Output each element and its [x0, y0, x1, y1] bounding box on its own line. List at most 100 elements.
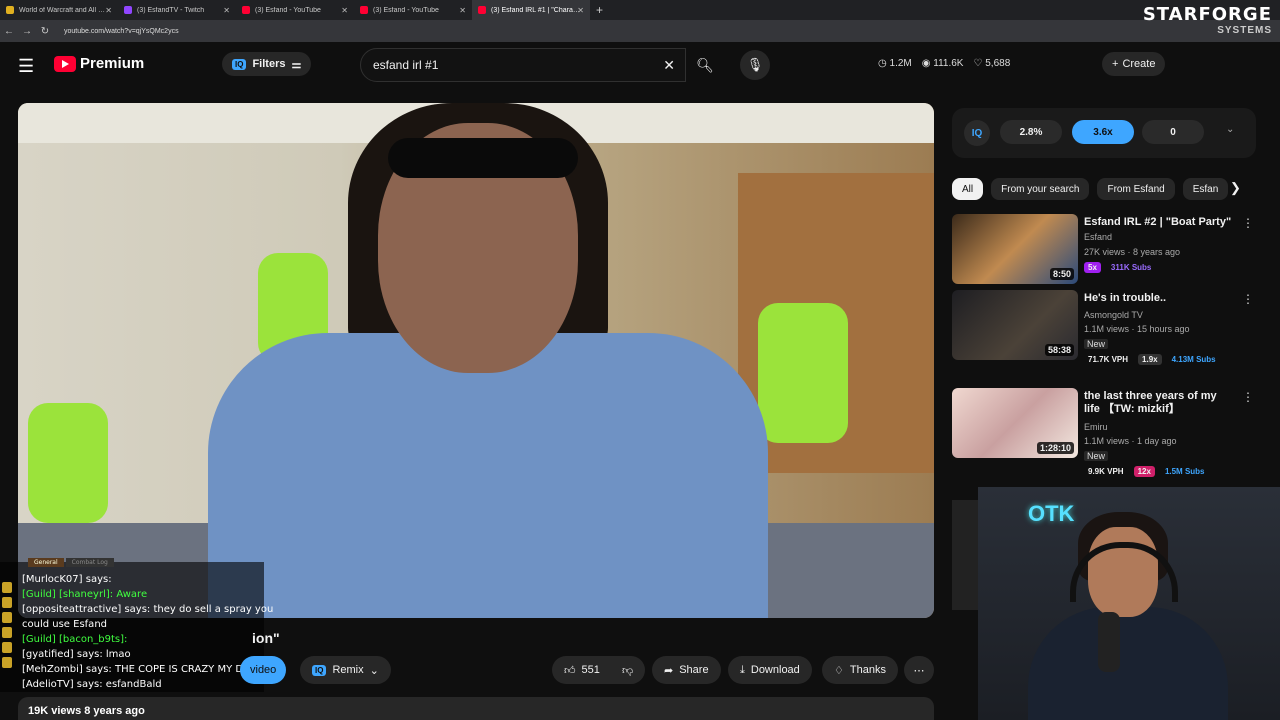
- recommended-title[interactable]: He's in trouble..: [1084, 292, 1234, 305]
- chat-icon[interactable]: [2, 657, 12, 668]
- chip-all[interactable]: All: [952, 178, 984, 200]
- video-button[interactable]: video: [240, 656, 287, 684]
- brand-line1: STARFORGE: [1142, 4, 1272, 25]
- game-chat-overlay: General Combat Log [MurlocK07] says: [Gu…: [0, 558, 274, 692]
- recommended-video[interactable]: 1:28:10 the last three years of my life …: [952, 388, 1254, 477]
- recommended-title[interactable]: the last three years of my life 【TW: miz…: [1084, 390, 1234, 416]
- chip-esfand-more[interactable]: Esfan: [1182, 178, 1229, 200]
- chevron-down-icon[interactable]: ⌄: [1226, 124, 1234, 135]
- chat-icon[interactable]: [2, 612, 12, 623]
- reload-icon[interactable]: ↻: [36, 26, 54, 37]
- remix-button[interactable]: IQ Remix ⌄: [300, 656, 391, 684]
- chat-line: [oppositeattractive] says: they do sell …: [22, 604, 274, 615]
- recommended-title[interactable]: Esfand IRL #2 | "Boat Party": [1084, 216, 1234, 229]
- duration-badge: 58:38: [1044, 344, 1074, 356]
- kebab-menu-icon[interactable]: ⋮: [1242, 292, 1254, 306]
- chat-icon[interactable]: [2, 627, 12, 638]
- chat-icon[interactable]: [2, 597, 12, 608]
- channel-stats: ◷ 1.2M ◉ 111.6K ♡ 5,688: [878, 58, 1010, 69]
- browser-tab[interactable]: (3) EsfandTV - Twitch ✕: [118, 0, 236, 20]
- voice-search-button[interactable]: 🎙︎: [740, 50, 770, 80]
- tab-favicon: [124, 6, 132, 14]
- new-badge: New: [1084, 339, 1109, 349]
- share-icon: ➦: [664, 664, 674, 677]
- video-thumbnail[interactable]: 58:38: [952, 290, 1078, 360]
- chat-line: [MurlocK07] says:: [22, 574, 112, 585]
- iq-value-3[interactable]: 0: [1142, 120, 1204, 144]
- kebab-menu-icon[interactable]: ⋮: [1242, 390, 1254, 404]
- close-tab-icon[interactable]: ✕: [223, 6, 230, 15]
- thanks-button[interactable]: ♢ Thanks: [822, 656, 898, 684]
- search-icon: 🔍︎: [696, 56, 714, 73]
- video-player[interactable]: [18, 103, 934, 618]
- chat-line: [AdelioTV] says: esfandBald: [22, 679, 162, 690]
- back-icon[interactable]: ←: [0, 26, 18, 37]
- video-meta: 1.1M views · 15 hours ago: [1084, 324, 1190, 334]
- share-button[interactable]: ➦ Share: [652, 656, 721, 684]
- chevron-down-icon: ⌄: [369, 664, 379, 677]
- mic-icon: 🎙︎: [746, 57, 764, 72]
- chat-buttons: [2, 582, 12, 668]
- description-box[interactable]: [18, 697, 934, 720]
- channel-name[interactable]: Asmongold TV: [1084, 310, 1143, 320]
- view-count: 19K views 8 years ago: [28, 705, 145, 717]
- chat-tab-general[interactable]: General: [28, 558, 64, 567]
- search-button[interactable]: 🔍︎: [686, 48, 724, 82]
- close-tab-icon[interactable]: ✕: [459, 6, 466, 15]
- new-tab-button[interactable]: +: [596, 3, 603, 17]
- search-input[interactable]: esfand irl #1 ✕: [360, 48, 686, 82]
- create-button[interactable]: + Create: [1102, 52, 1166, 76]
- chat-line: [gyatified] says: lmao: [22, 649, 131, 660]
- dislike-button[interactable]: 👎︎: [610, 656, 646, 684]
- related-filter-chips: All From your search From Esfand Esfan: [952, 178, 1242, 200]
- neon-sign: OTK: [1028, 501, 1075, 526]
- recommended-video[interactable]: 8:50 Esfand IRL #2 | "Boat Party" Esfand…: [952, 214, 1254, 288]
- channel-name[interactable]: Emiru: [1084, 422, 1108, 432]
- forward-icon[interactable]: →: [18, 26, 36, 37]
- filters-button[interactable]: IQ Filters ⚌: [222, 52, 312, 76]
- new-badge: New: [1084, 451, 1109, 461]
- chat-line: [Guild] [shaneyrl]: Aware: [22, 589, 148, 600]
- video-thumbnail[interactable]: 8:50: [952, 214, 1078, 284]
- url-field[interactable]: youtube.com/watch?v=qjYsQMc2ycs: [64, 28, 179, 35]
- stat-views: ◷ 1.2M: [878, 58, 912, 69]
- browser-tab[interactable]: (3) Esfand - YouTube ✕: [236, 0, 354, 20]
- chat-icon[interactable]: [2, 582, 12, 593]
- chip-from-search[interactable]: From your search: [991, 178, 1090, 200]
- kebab-menu-icon[interactable]: ⋮: [1242, 216, 1254, 230]
- hamburger-menu-icon[interactable]: ☰: [18, 56, 36, 77]
- browser-tab[interactable]: World of Warcraft and All PC G ✕: [0, 0, 118, 20]
- like-button[interactable]: 👍︎ 551: [552, 656, 612, 684]
- stat-likes: ♡ 5,688: [973, 58, 1011, 69]
- video-meta: 1.1M views · 1 day ago: [1084, 436, 1177, 446]
- chat-line: [Guild] [bacon_b9ts]:: [22, 634, 128, 645]
- sliders-icon: ⚌: [291, 58, 302, 71]
- iq-icon: IQ: [312, 664, 327, 676]
- youtube-play-icon: [54, 55, 76, 72]
- chat-icon[interactable]: [2, 642, 12, 653]
- chevron-right-icon[interactable]: ❯: [1230, 180, 1241, 196]
- partially-hidden-thumbnail[interactable]: [952, 500, 978, 610]
- thumbs-up-icon: 👍︎: [564, 664, 576, 677]
- youtube-logo[interactable]: Premium: [54, 55, 144, 72]
- video-subject: [168, 103, 768, 618]
- chip-from-esfand[interactable]: From Esfand: [1097, 178, 1175, 200]
- channel-name[interactable]: Esfand: [1084, 232, 1112, 242]
- recommended-video[interactable]: 58:38 He's in trouble.. Asmongold TV 1.1…: [952, 290, 1254, 365]
- iq-value-1[interactable]: 2.8%: [1000, 120, 1062, 144]
- chat-tab-combat-log[interactable]: Combat Log: [65, 558, 114, 567]
- more-actions-button[interactable]: ⋯: [904, 656, 934, 684]
- clear-search-icon[interactable]: ✕: [663, 57, 675, 74]
- video-thumbnail[interactable]: 1:28:10: [952, 388, 1078, 458]
- tab-favicon: [360, 6, 368, 14]
- download-icon: ⤓: [740, 663, 745, 676]
- browser-tab-active[interactable]: (3) Esfand IRL #1 | "Characte ✕: [472, 0, 590, 20]
- address-bar: ← → ↻ youtube.com/watch?v=qjYsQMc2ycs: [0, 20, 1280, 42]
- download-button[interactable]: ⤓ Download: [728, 656, 812, 684]
- close-tab-icon[interactable]: ✕: [577, 6, 584, 15]
- video-meta: 27K views · 8 years ago: [1084, 247, 1181, 257]
- close-tab-icon[interactable]: ✕: [105, 6, 112, 15]
- browser-tab[interactable]: (3) Esfand - YouTube ✕: [354, 0, 472, 20]
- iq-value-2[interactable]: 3.6x: [1072, 120, 1134, 144]
- close-tab-icon[interactable]: ✕: [341, 6, 348, 15]
